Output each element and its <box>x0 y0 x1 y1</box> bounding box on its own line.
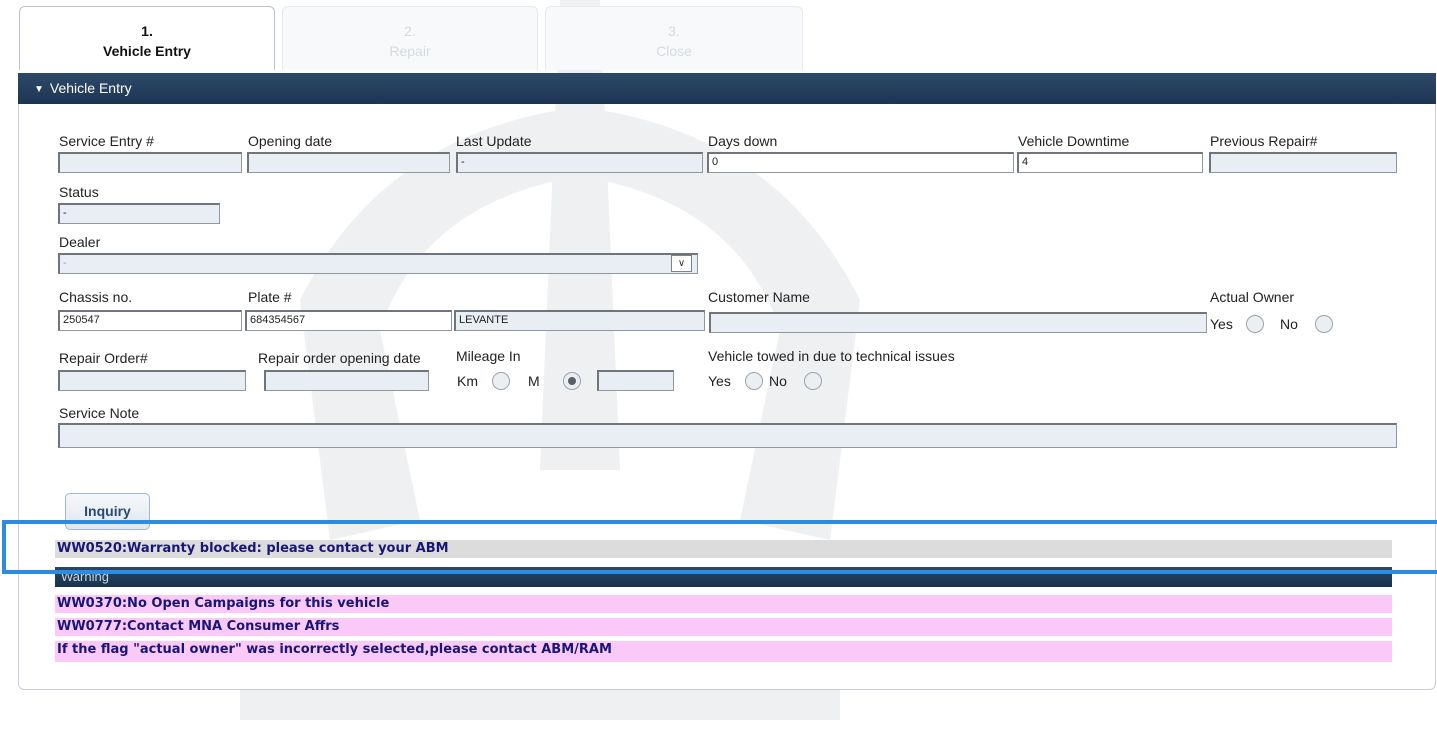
chevron-down-icon[interactable]: ∨ <box>671 255 692 272</box>
tab-step-number: 1. <box>141 23 153 39</box>
customer-name-field[interactable] <box>709 312 1207 333</box>
chassis-label: Chassis no. <box>59 289 133 305</box>
towed-no-radio[interactable] <box>804 372 822 390</box>
tab-close[interactable]: 3. Close <box>545 6 803 70</box>
mileage-km-radio[interactable] <box>492 372 510 390</box>
plate-label: Plate # <box>248 289 292 305</box>
actual-owner-label: Actual Owner <box>1210 289 1295 305</box>
warning-header: Warning <box>55 567 1392 587</box>
actual-owner-no-label: No <box>1280 316 1298 332</box>
actual-owner-yes-label: Yes <box>1210 316 1233 332</box>
last-update-label: Last Update <box>456 133 532 149</box>
previous-repair-field[interactable] <box>1209 152 1397 173</box>
warning-message: WW0370:No Open Campaigns for this vehicl… <box>55 595 1392 613</box>
dealer-label: Dealer <box>59 234 101 250</box>
vehicle-downtime-field[interactable]: 4 <box>1017 152 1203 173</box>
repair-order-date-label: Repair order opening date <box>258 350 421 366</box>
opening-date-field[interactable] <box>247 152 450 173</box>
towed-yes-radio[interactable] <box>745 372 763 390</box>
warning-message: If the flag "actual owner" was incorrect… <box>55 641 1392 662</box>
mileage-km-label: Km <box>457 373 478 389</box>
service-entry-label: Service Entry # <box>59 133 154 149</box>
days-down-field[interactable]: 0 <box>707 152 1014 173</box>
mileage-field[interactable] <box>597 370 674 391</box>
model-field[interactable]: LEVANTE <box>454 310 705 331</box>
service-note-field[interactable] <box>58 423 1397 448</box>
service-note-label: Service Note <box>59 405 140 421</box>
plate-field[interactable]: 684354567 <box>245 310 452 331</box>
warranty-blocked-message: WW0520:Warranty blocked: please contact … <box>55 540 1392 558</box>
tab-vehicle-entry[interactable]: 1. Vehicle Entry <box>19 6 275 70</box>
mileage-label: Mileage In <box>456 348 521 364</box>
tab-step-number: 3. <box>668 23 680 39</box>
chassis-field[interactable]: 250547 <box>58 310 242 331</box>
towed-label: Vehicle towed in due to technical issues <box>708 348 955 364</box>
days-down-label: Days down <box>708 133 778 149</box>
opening-date-label: Opening date <box>248 133 333 149</box>
tab-step-label: Vehicle Entry <box>103 43 191 59</box>
mileage-m-radio[interactable] <box>563 372 581 390</box>
actual-owner-yes-radio[interactable] <box>1246 315 1264 333</box>
vehicle-downtime-label: Vehicle Downtime <box>1018 133 1130 149</box>
warning-message: WW0777:Contact MNA Consumer Affrs <box>55 618 1392 636</box>
panel-title: Vehicle Entry <box>49 80 132 96</box>
towed-yes-label: Yes <box>708 373 731 389</box>
towed-no-label: No <box>769 373 787 389</box>
collapse-triangle-icon[interactable]: ▼ <box>34 74 44 105</box>
inquiry-button[interactable]: Inquiry <box>65 493 150 530</box>
panel-header[interactable]: ▼ Vehicle Entry <box>18 73 1436 104</box>
repair-order-date-field[interactable] <box>264 370 429 391</box>
tab-step-label: Repair <box>389 43 431 59</box>
status-field[interactable]: - <box>58 203 220 224</box>
last-update-field[interactable]: - <box>456 152 703 173</box>
tab-repair[interactable]: 2. Repair <box>282 6 538 70</box>
actual-owner-no-radio[interactable] <box>1315 315 1333 333</box>
previous-repair-label: Previous Repair# <box>1210 133 1318 149</box>
repair-order-label: Repair Order# <box>59 350 148 366</box>
mileage-m-label: M <box>528 373 540 389</box>
customer-name-label: Customer Name <box>708 289 810 305</box>
tab-step-number: 2. <box>404 23 416 39</box>
dealer-select[interactable]: - <box>58 253 698 274</box>
tab-step-label: Close <box>656 43 692 59</box>
service-entry-field[interactable] <box>58 152 242 173</box>
repair-order-field[interactable] <box>58 370 246 391</box>
status-label: Status <box>59 184 99 200</box>
